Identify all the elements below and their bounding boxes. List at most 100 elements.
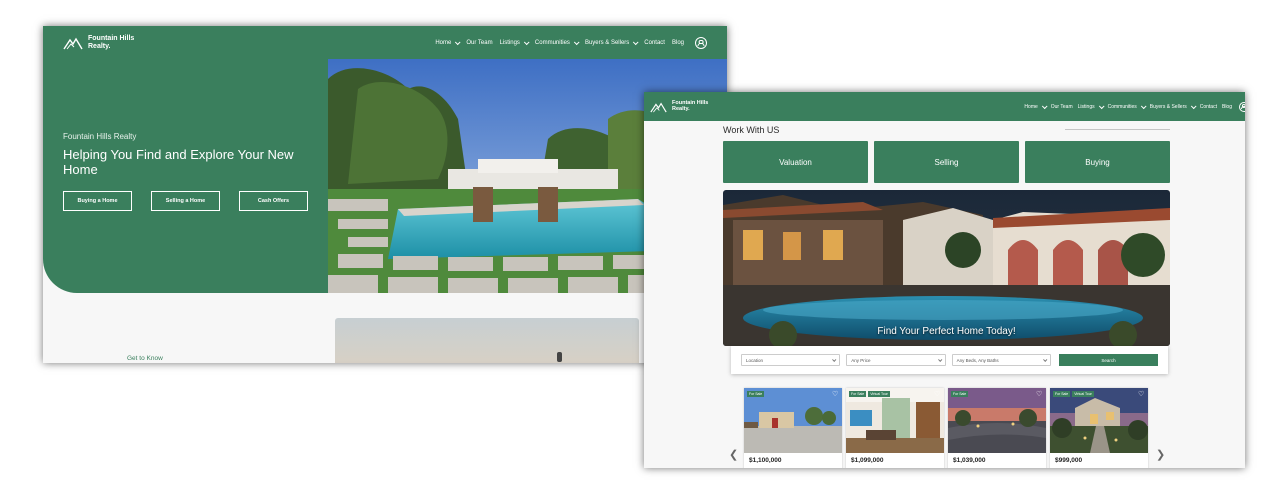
service-tiles: Valuation Selling Buying xyxy=(723,141,1170,183)
user-icon[interactable] xyxy=(1239,101,1245,112)
work-with-us-heading: Work With US xyxy=(723,125,780,135)
virtual-tour-badge: Virtual Tour xyxy=(1072,391,1094,397)
select-value: Any Price xyxy=(851,357,871,363)
nav-menu: Home Our Team Listings Communities Buyer… xyxy=(1024,101,1245,112)
nav-label: Our Team xyxy=(1050,103,1073,110)
status-badge: For Sale xyxy=(747,391,765,397)
hero-title: Find Your Perfect Home Today! xyxy=(877,326,1016,337)
buying-tile[interactable]: Buying xyxy=(1025,141,1170,183)
heading-divider xyxy=(1065,129,1170,130)
status-badge: For Sale xyxy=(1053,391,1071,397)
user-icon[interactable] xyxy=(695,36,707,49)
logo-text: Fountain Hills Realty. xyxy=(672,100,708,113)
site-logo[interactable]: Fountain Hills Realty. xyxy=(63,35,134,50)
get-to-know-image xyxy=(335,318,639,363)
heart-icon[interactable]: ♡ xyxy=(934,391,941,398)
logo-text: Fountain Hills Realty. xyxy=(88,35,134,50)
night-pool-image xyxy=(723,190,1170,346)
get-to-know-label: Get to Know xyxy=(127,355,163,362)
status-badge: For Sale xyxy=(951,391,969,397)
nav-item-home[interactable]: Home xyxy=(1024,102,1048,110)
badge-group: For Sale xyxy=(951,391,969,397)
select-value: Location xyxy=(746,357,764,363)
badge-group: For Sale xyxy=(747,391,765,397)
cash-offers-button[interactable]: Cash Offers xyxy=(239,191,308,211)
chevron-down-icon xyxy=(1041,102,1048,109)
chevron-left-icon[interactable]: ❮ xyxy=(729,448,738,461)
nav-item-blog[interactable]: Blog xyxy=(672,40,684,46)
heart-icon[interactable]: ♡ xyxy=(832,391,839,398)
selling-tile[interactable]: Selling xyxy=(874,141,1019,183)
listing-card[interactable]: For Sale ♡ $1,039,000 xyxy=(948,388,1046,468)
nav-label: Communities xyxy=(534,39,570,46)
listing-price: $1,039,000 xyxy=(953,457,986,464)
status-badge: For Sale xyxy=(849,391,867,397)
listing-photo: For Sale ♡ xyxy=(948,388,1046,453)
location-select[interactable]: Location xyxy=(741,354,841,366)
chevron-down-icon xyxy=(523,38,530,45)
listing-price: $1,100,000 xyxy=(749,457,782,464)
nav-label: Our Team xyxy=(466,39,493,46)
hero-eyebrow: Fountain Hills Realty xyxy=(63,132,137,141)
chevron-down-icon xyxy=(1098,102,1105,109)
nav-item-home[interactable]: Home xyxy=(435,38,461,46)
listing-price: $999,000 xyxy=(1055,457,1083,464)
chevron-down-icon xyxy=(633,38,639,45)
nav-menu: Home Our Team Listings Communities Buyer… xyxy=(435,36,707,49)
chevron-down-icon xyxy=(1190,102,1197,109)
heart-icon[interactable]: ♡ xyxy=(1138,391,1145,398)
nav-item-communities[interactable]: Communities xyxy=(534,38,580,46)
nav-item-listings[interactable]: Listings xyxy=(499,38,530,46)
chevron-down-icon xyxy=(832,357,837,362)
nav-item-buyers-sellers[interactable]: Buyers & Sellers xyxy=(1150,102,1197,110)
listing-photo: For Sale ♡ xyxy=(744,388,842,453)
nav-item-buyers-sellers[interactable]: Buyers & Sellers xyxy=(585,38,639,46)
heart-icon[interactable]: ♡ xyxy=(1036,391,1043,398)
site-logo[interactable]: Fountain Hills Realty. xyxy=(650,100,708,113)
nav-item-blog[interactable]: Blog xyxy=(1222,104,1232,110)
listing-card[interactable]: For Sale ♡ $1,100,000 xyxy=(744,388,842,468)
select-value: Any Beds, Any Baths xyxy=(956,357,999,363)
chevron-down-icon xyxy=(1042,357,1048,362)
badge-group: For Sale Virtual Tour xyxy=(849,391,890,397)
nav-label: Listings xyxy=(499,39,520,46)
nav-label: Blog xyxy=(1221,103,1232,110)
listing-price: $1,099,000 xyxy=(851,457,884,464)
top-nav: Fountain Hills Realty. Home Our Team Lis… xyxy=(644,92,1245,121)
nav-item-communities[interactable]: Communities xyxy=(1107,102,1147,110)
logo-line-1: Fountain Hills xyxy=(88,35,135,43)
mountain-logo-icon xyxy=(650,101,667,112)
valuation-tile[interactable]: Valuation xyxy=(723,141,868,183)
logo-line-2: Realty. xyxy=(88,42,111,50)
hero-text: Fountain Hills Realty Helping You Find a… xyxy=(63,132,308,211)
nav-item-listings[interactable]: Listings xyxy=(1078,102,1105,110)
property-search-bar: Location Any Price Any Beds, Any Baths S… xyxy=(731,346,1168,374)
nav-item-contact[interactable]: Contact xyxy=(1200,104,1217,110)
listing-card[interactable]: For Sale Virtual Tour ♡ $1,099,000 xyxy=(846,388,944,468)
selling-a-home-button[interactable]: Selling a Home xyxy=(151,191,220,211)
nav-item-contact[interactable]: Contact xyxy=(644,40,665,46)
chevron-right-icon[interactable]: ❯ xyxy=(1156,448,1165,461)
nav-label: Contact xyxy=(1199,103,1217,110)
logo-line-2: Realty. xyxy=(672,105,690,112)
chevron-down-icon xyxy=(455,38,461,45)
chevron-down-icon xyxy=(937,357,942,362)
listing-card[interactable]: For Sale Virtual Tour ♡ $999,000 xyxy=(1050,388,1148,468)
price-select[interactable]: Any Price xyxy=(846,354,946,366)
search-button[interactable]: Search xyxy=(1058,354,1158,366)
buying-a-home-button[interactable]: Buying a Home xyxy=(63,191,132,211)
nav-label: Home xyxy=(435,39,452,46)
nav-label: Blog xyxy=(671,39,684,46)
nav-label: Contact xyxy=(644,39,665,46)
homepage-window: Fountain Hills Realty. Home Our Team Lis… xyxy=(43,26,727,363)
nav-item-our-team[interactable]: Our Team xyxy=(1051,104,1073,110)
mountain-logo-icon xyxy=(63,37,83,49)
listing-photo: For Sale Virtual Tour ♡ xyxy=(846,388,944,453)
hero-title: Helping You Find and Explore Your New Ho… xyxy=(63,147,294,177)
nav-label: Home xyxy=(1024,103,1038,110)
badge-group: For Sale Virtual Tour xyxy=(1053,391,1094,397)
beds-baths-select[interactable]: Any Beds, Any Baths xyxy=(951,354,1051,366)
nav-label: Communities xyxy=(1107,103,1137,110)
chevron-down-icon xyxy=(573,38,580,45)
nav-item-our-team[interactable]: Our Team xyxy=(466,40,492,46)
